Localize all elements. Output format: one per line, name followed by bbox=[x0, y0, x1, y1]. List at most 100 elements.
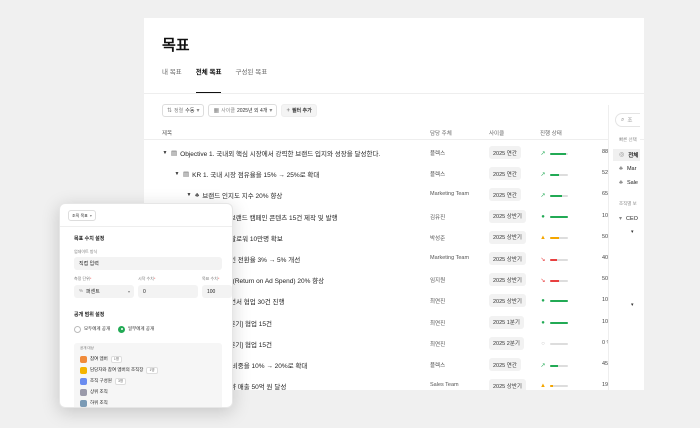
targets-label: 공개 대상 bbox=[80, 346, 94, 350]
update-method-label: 업데이트 방식 bbox=[74, 249, 98, 254]
goal-progress: ↗ bbox=[540, 171, 604, 178]
column-cycle: 사이클 bbox=[489, 131, 505, 137]
chevron-down-icon: ▾ bbox=[269, 107, 273, 114]
visibility-target-item[interactable]: 상위 조직 bbox=[80, 387, 108, 397]
goal-progress: ▲ bbox=[540, 383, 604, 389]
expand-toggle-icon[interactable]: ▼ bbox=[162, 150, 168, 156]
progress-bar bbox=[550, 152, 568, 155]
goal-owner: 최연진 bbox=[430, 341, 446, 348]
radio-label: 모두에게 공개 bbox=[84, 326, 111, 331]
goal-name: 루언서 협업 30건 진행 bbox=[224, 296, 285, 306]
goal-progress: ↗ bbox=[540, 362, 604, 369]
tab-all-goals[interactable]: 전체 목표 bbox=[195, 64, 222, 93]
progress-bar-fill bbox=[550, 385, 554, 388]
warning-icon: ▲ bbox=[540, 234, 546, 241]
visibility-target-item[interactable]: 참여 멤버 1명 bbox=[80, 354, 122, 364]
sort-icon: ⇅ bbox=[167, 107, 173, 114]
visibility-target-item[interactable]: 조직 구성원 3명 bbox=[80, 376, 127, 386]
unit-select[interactable]: % 퍼센트 ▾ bbox=[74, 285, 134, 298]
goal-value: 100 bbox=[207, 288, 216, 295]
target-label: 담당자와 참여 멤버의 조직장 bbox=[90, 367, 144, 372]
visibility-target-item[interactable]: 하위 조직 bbox=[80, 398, 108, 407]
target-count-tag: 1명 bbox=[110, 355, 122, 363]
warning-icon: ▲ bbox=[540, 383, 546, 390]
goal-title-text: AS(Return on Ad Spend) 20% 향상 bbox=[224, 278, 325, 286]
chevron-down-icon: ▾ bbox=[89, 212, 92, 218]
column-owner: 담당 주체 bbox=[430, 131, 452, 137]
goal-row[interactable]: ▼ ▤ KR 1. 국내 시장 점유율을 15% → 25%로 확대 플렉스 2025 … bbox=[144, 163, 644, 184]
goal-value-input[interactable]: 100 bbox=[202, 285, 232, 298]
goal-cycle-badge: 2025 상반기 bbox=[489, 252, 526, 265]
trend-down-icon: ↘ bbox=[540, 257, 546, 263]
goal-name: 페인 전환율 3% → 5% 개선 bbox=[224, 254, 300, 264]
check-circle-icon: ● bbox=[541, 319, 545, 326]
goal-settings-modal: 조직 목표 ▾ 목표 수치 설정 업데이트 방식 직접 입력 측정 단위* 시작… bbox=[59, 203, 233, 408]
tree-expand-icon[interactable]: ▾ bbox=[631, 229, 634, 235]
progress-bar-fill bbox=[550, 173, 560, 176]
cycle-filter[interactable]: ▦ 사이클 2025년 외 4개 ▾ bbox=[208, 104, 278, 117]
panel-item-marketing[interactable]: ♣ Mar bbox=[613, 163, 640, 175]
add-filter-button[interactable]: + 필터 추가 bbox=[281, 104, 317, 117]
expand-toggle-icon[interactable]: ▼ bbox=[174, 171, 180, 177]
trend-down-icon: ↘ bbox=[540, 278, 546, 285]
visibility-targets-box: 공개 대상 참여 멤버 1명 담당자와 참여 멤버의 조직장 1명 조직 구성원 3명 상위… bbox=[74, 343, 222, 407]
goal-cycle-badge: 2025 2분기 bbox=[489, 336, 524, 350]
empty-circle-icon: ○ bbox=[541, 340, 545, 347]
target-type-icon bbox=[80, 377, 87, 385]
progress-bar bbox=[550, 173, 568, 176]
progress-bar bbox=[550, 215, 568, 218]
radio-checked-icon bbox=[118, 325, 125, 333]
goal-name: AS(Return on Ad Spend) 20% 향상 bbox=[224, 275, 324, 285]
trend-up-icon: ↗ bbox=[540, 363, 546, 369]
team-icon: ♣ bbox=[619, 166, 623, 172]
check-circle-icon: ● bbox=[541, 298, 545, 305]
radio-public-some[interactable]: 일부에게 공개 bbox=[118, 324, 154, 334]
goal-title-text: 율 비중을 10% → 20%로 확대 bbox=[224, 363, 308, 370]
goal-progress: ↗ bbox=[540, 150, 604, 157]
progress-bar bbox=[550, 258, 568, 261]
goal-owner: 플렉스 bbox=[430, 363, 446, 369]
page-title: 목표 bbox=[162, 37, 190, 54]
goal-title-text: 브랜드 인지도 지수 20% 향상 bbox=[202, 193, 283, 201]
panel-search-input[interactable]: ⌕ 조 bbox=[615, 113, 640, 127]
goal-owner: 플렉스 bbox=[430, 151, 446, 157]
goal-title-text: 루언서 협업 30건 진행 bbox=[224, 299, 285, 307]
panel-item-sales[interactable]: ♣ Sale bbox=[613, 177, 640, 189]
team-icon: ♣ bbox=[619, 180, 623, 186]
tree-expand-icon[interactable]: ▾ bbox=[631, 302, 634, 308]
goal-progress: ↘ bbox=[540, 256, 604, 263]
calendar-icon: ▦ bbox=[213, 107, 220, 114]
goal-progress: ○ bbox=[540, 341, 604, 347]
check-circle-icon: ● bbox=[541, 213, 545, 220]
target-icon: ◎ bbox=[619, 152, 625, 158]
tab-my-goals[interactable]: 내 목표 bbox=[162, 64, 182, 94]
objective-icon: ▤ bbox=[183, 171, 190, 179]
update-method-value: 직접 입력 bbox=[79, 261, 99, 267]
tab-composed-goals[interactable]: 구성된 목표 bbox=[235, 64, 267, 94]
panel-item-ceo[interactable]: ▾ CEO bbox=[613, 213, 640, 225]
expand-toggle-icon[interactable]: ▼ bbox=[186, 192, 192, 198]
objective-icon: ▤ bbox=[171, 150, 178, 157]
radio-public-all[interactable]: 모두에게 공개 bbox=[74, 324, 110, 334]
goal-row[interactable]: ▼ ▤ Objective 1. 국내외 핵심 시장에서 강력한 브랜드 입지와 성… bbox=[144, 142, 644, 163]
goal-type-chip[interactable]: 조직 목표 ▾ bbox=[68, 210, 96, 221]
visibility-target-item[interactable]: 담당자와 참여 멤버의 조직장 1명 bbox=[80, 365, 158, 375]
target-type-icon bbox=[80, 366, 87, 374]
update-method-field[interactable]: 직접 입력 bbox=[74, 257, 222, 270]
search-icon: ⌕ bbox=[621, 117, 625, 123]
sort-filter[interactable]: ⇅ 정렬 수동 ▾ bbox=[162, 104, 205, 117]
goal-title-text: 페인 전환율 3% → 5% 개선 bbox=[224, 257, 301, 264]
goal-name: 계약 매출 50억 원 달성 bbox=[224, 381, 286, 390]
trend-up-icon: ↗ bbox=[540, 172, 546, 179]
goal-owner: Sales Team bbox=[430, 382, 459, 389]
progress-bar-fill bbox=[550, 236, 560, 239]
panel-item-label: CEO bbox=[626, 216, 638, 222]
target-label: 조직 구성원 bbox=[90, 378, 112, 383]
goal-progress: ● bbox=[540, 320, 604, 326]
goal-owner: Marketing Team bbox=[430, 255, 470, 261]
goal-cycle-badge: 2025 상반기 bbox=[489, 230, 526, 244]
unit-label-wrap: 측정 단위* bbox=[74, 276, 91, 282]
progress-bar-fill bbox=[550, 364, 559, 367]
start-value-input[interactable]: 0 bbox=[138, 285, 198, 298]
panel-item-all[interactable]: ◎ 전체 bbox=[613, 149, 640, 161]
